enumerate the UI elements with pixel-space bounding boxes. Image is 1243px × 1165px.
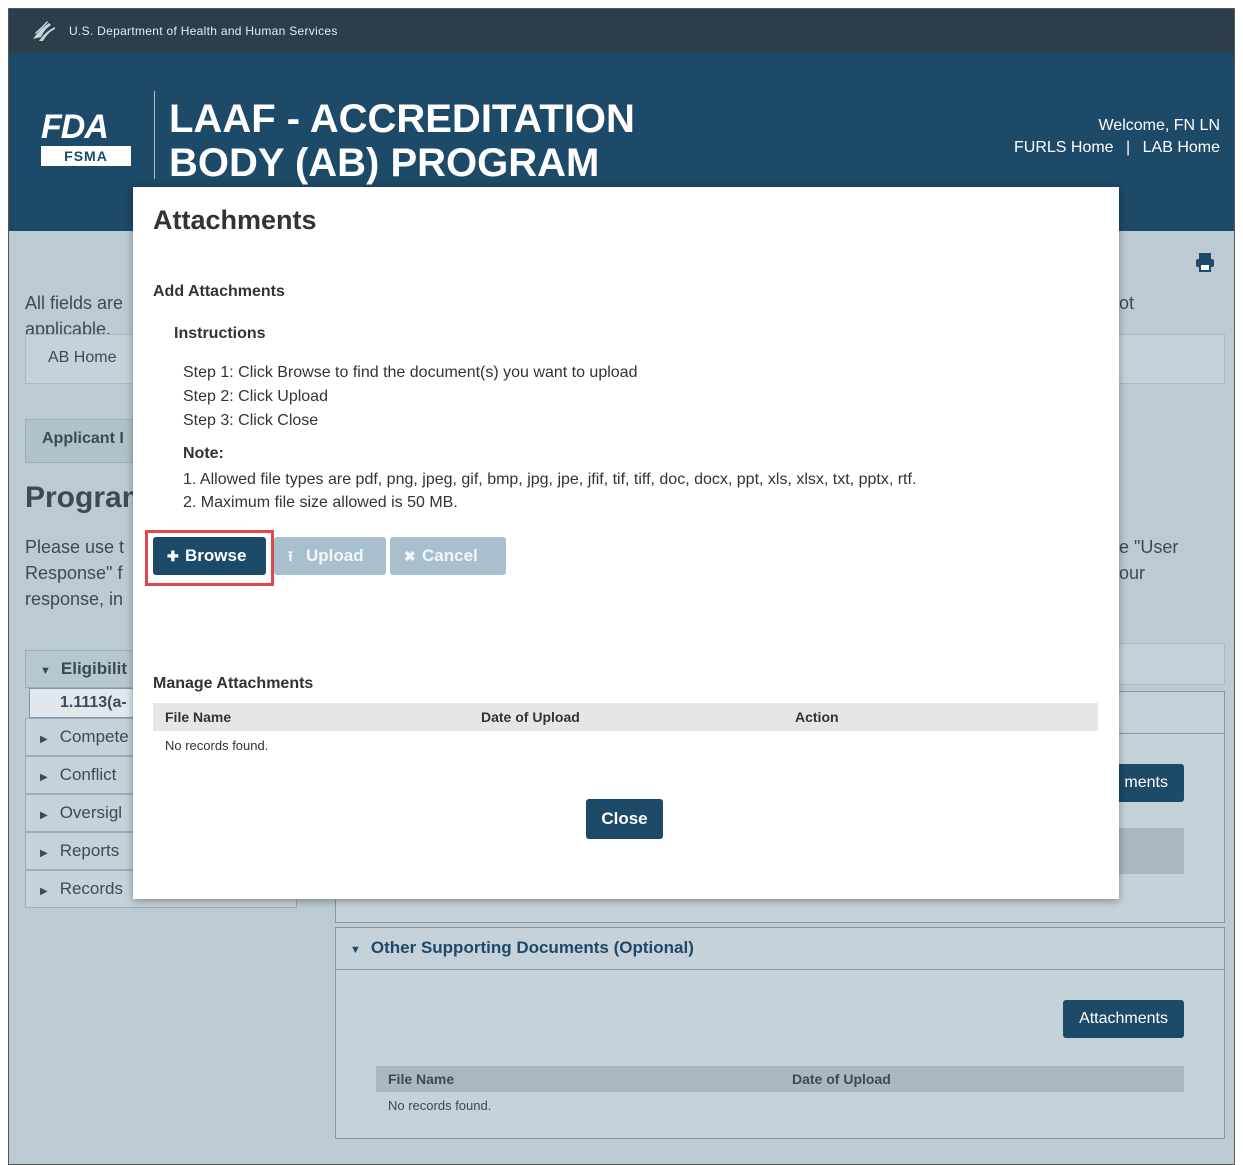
caret-right-icon: ▶	[40, 886, 48, 897]
manage-table-head: File Name Date of Upload Action	[153, 703, 1098, 731]
other-docs-empty: No records found.	[388, 1098, 492, 1113]
fda-fsma-logo: FDA FSMA	[41, 108, 139, 166]
header-links: FURLS Home | LAB Home	[1014, 137, 1220, 159]
manage-attachments-label: Manage Attachments	[153, 675, 314, 692]
notes-list: 1. Allowed file types are pdf, png, jpeg…	[183, 468, 916, 514]
col-action: Action	[795, 709, 839, 725]
welcome-text: Welcome, FN LN	[1098, 117, 1220, 134]
other-docs-panel: ▼ Other Supporting Documents (Optional) A…	[335, 927, 1225, 1139]
upload-button[interactable]: ⭱ Upload	[274, 537, 386, 575]
col-file-name: File Name	[388, 1071, 455, 1087]
section-title: Program	[25, 481, 149, 514]
accordion-label: Compete	[59, 727, 129, 746]
caret-right-icon: ▶	[40, 848, 48, 859]
upload-label: Upload	[306, 546, 364, 565]
plus-icon: ✚	[167, 548, 179, 564]
other-docs-header[interactable]: ▼ Other Supporting Documents (Optional)	[336, 928, 1224, 970]
breadcrumb-ab-home[interactable]: AB Home	[48, 349, 116, 367]
col-date-upload: Date of Upload	[481, 709, 580, 725]
link-separator: |	[1126, 139, 1131, 156]
caret-down-icon: ▼	[40, 665, 51, 677]
lab-home-link[interactable]: LAB Home	[1143, 139, 1220, 156]
col-file-name: File Name	[165, 709, 232, 725]
accordion-label: Reports	[59, 841, 120, 860]
cancel-label: Cancel	[422, 546, 478, 565]
other-docs-table: File Name Date of Upload No records foun…	[376, 1066, 1184, 1119]
note-2: 2. Maximum file size allowed is 50 MB.	[183, 494, 458, 511]
close-button[interactable]: Close	[586, 799, 663, 839]
manage-table-empty: No records found.	[165, 738, 269, 753]
step-2: Step 2: Click Upload	[183, 388, 328, 405]
browse-label: Browse	[185, 546, 247, 565]
hhs-bar: U.S. Department of Health and Human Serv…	[9, 9, 1234, 53]
instructions-line-1-right: e "User	[1119, 537, 1179, 557]
app-frame: U.S. Department of Health and Human Serv…	[8, 8, 1235, 1165]
furls-home-link[interactable]: FURLS Home	[1014, 139, 1114, 156]
instructions-line-2: Response" f	[25, 563, 123, 583]
note-1: 1. Allowed file types are pdf, png, jpeg…	[183, 471, 917, 488]
steps-list: Step 1: Click Browse to find the documen…	[183, 361, 637, 433]
modal-title: Attachments	[153, 205, 317, 235]
upload-icon: ⭱	[288, 548, 293, 564]
program-title: LAAF - ACCREDITATION BODY (AB) PROGRAM	[169, 97, 635, 185]
accordion-label: Records	[59, 879, 124, 898]
instructions-label: Instructions	[174, 325, 266, 342]
instructions-line-1: Please use t	[25, 537, 125, 557]
required-fields-text: All fields are	[25, 293, 124, 313]
attachments-button[interactable]: Attachments	[1063, 1000, 1184, 1038]
accordion-label: Oversigl	[59, 803, 123, 822]
hhs-eagle-icon	[33, 21, 55, 41]
welcome-block: Welcome, FN LN FURLS Home | LAB Home	[1014, 115, 1220, 159]
instructions-line-3: response, in	[25, 589, 124, 609]
attachments-modal: Attachments Add Attachments Instructions…	[133, 187, 1119, 899]
instructions-line-2-right: our	[1119, 563, 1146, 583]
browse-button[interactable]: ✚ Browse	[153, 537, 266, 575]
note-label: Note:	[183, 445, 224, 462]
header-divider	[154, 91, 155, 179]
required-fields-text-right: ot	[1119, 293, 1135, 313]
other-docs-title: Other Supporting Documents (Optional)	[370, 938, 694, 957]
caret-right-icon: ▶	[40, 810, 48, 821]
step-1: Step 1: Click Browse to find the documen…	[183, 364, 638, 381]
accordion-label: Conflict	[59, 765, 117, 784]
cancel-button[interactable]: ✖ Cancel	[390, 537, 506, 575]
step-3: Step 3: Click Close	[183, 412, 319, 429]
close-icon: ✖	[404, 548, 416, 564]
other-docs-table-head: File Name Date of Upload	[376, 1066, 1184, 1092]
add-attachments-label: Add Attachments	[153, 283, 285, 300]
col-date-upload: Date of Upload	[792, 1071, 891, 1087]
accordion-label: Eligibilit	[60, 659, 127, 678]
caret-right-icon: ▶	[40, 772, 48, 783]
caret-right-icon: ▶	[40, 734, 48, 745]
hhs-text: U.S. Department of Health and Human Serv…	[69, 24, 338, 38]
print-icon[interactable]	[1194, 251, 1216, 273]
caret-down-icon: ▼	[350, 944, 361, 956]
manage-attachments-table: File Name Date of Upload Action No recor…	[153, 703, 1098, 760]
fda-logo-text: FDA	[41, 108, 109, 146]
fsma-logo-text: FSMA	[41, 146, 131, 166]
